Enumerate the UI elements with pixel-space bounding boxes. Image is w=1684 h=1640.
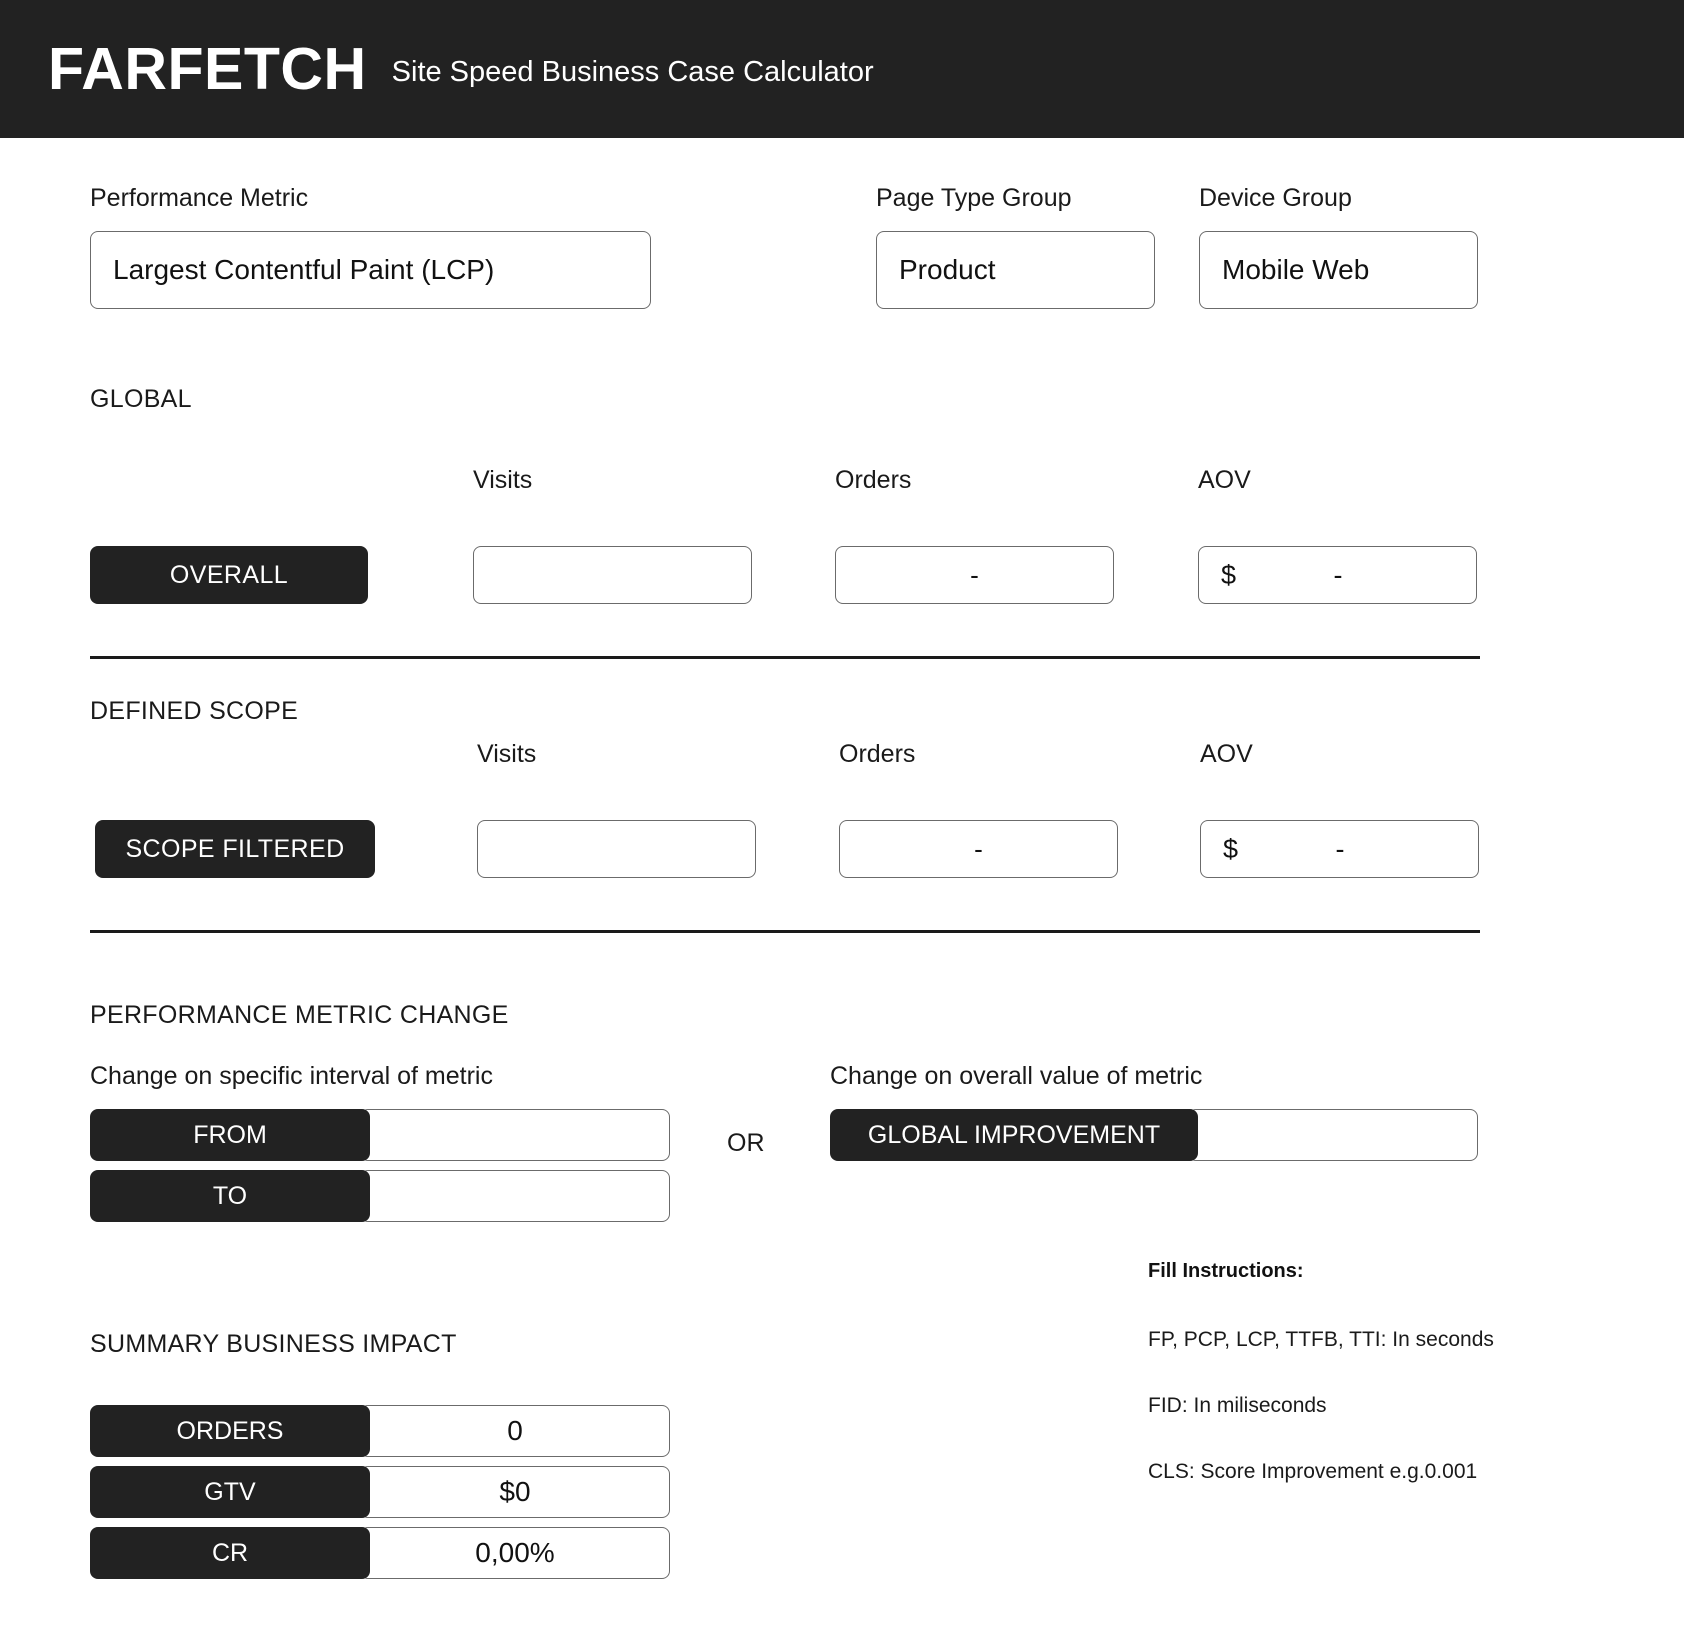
device-group-label: Device Group xyxy=(1199,184,1352,212)
scope-aov-currency: $ xyxy=(1223,833,1239,864)
summary-gtv-label: GTV xyxy=(90,1466,370,1518)
summary-row-orders: ORDERS 0 xyxy=(90,1405,670,1457)
interval-change-label: Change on specific interval of metric xyxy=(90,1062,493,1090)
summary-orders-value: 0 xyxy=(360,1405,670,1457)
summary-gtv-value: $0 xyxy=(360,1466,670,1518)
global-orders-field: - xyxy=(835,546,1114,604)
fill-instructions-line-1: FP, PCP, LCP, TTFB, TTI: In seconds xyxy=(1148,1328,1494,1351)
from-button[interactable]: FROM xyxy=(90,1109,370,1161)
global-orders-value: - xyxy=(970,559,979,590)
to-button[interactable]: TO xyxy=(90,1170,370,1222)
page-type-group-label: Page Type Group xyxy=(876,184,1072,212)
from-row: FROM xyxy=(90,1109,670,1161)
scope-orders-label: Orders xyxy=(839,740,916,768)
performance-metric-group: Performance Metric Largest Contentful Pa… xyxy=(90,184,651,309)
device-group-value: Mobile Web xyxy=(1222,253,1370,285)
performance-metric-select[interactable]: Largest Contentful Paint (LCP) xyxy=(90,230,651,309)
global-values-row: OVERALL - $ - xyxy=(0,546,1684,616)
scope-aov-input: $ - xyxy=(1200,820,1479,878)
global-aov-value: - xyxy=(1333,559,1343,590)
global-column-headers: Visits Orders AOV xyxy=(0,466,1684,546)
fill-instructions-line-2: FID: In miliseconds xyxy=(1148,1394,1327,1417)
performance-metric-label: Performance Metric xyxy=(90,184,309,212)
scope-column-headers: Visits Orders AOV xyxy=(0,740,1684,820)
summary-orders-label: ORDERS xyxy=(90,1405,370,1457)
scope-visits-label: Visits xyxy=(477,740,537,768)
summary-row-cr: CR 0,00% xyxy=(90,1527,670,1579)
brand-logo: FARFETCH xyxy=(48,35,367,102)
scope-divider xyxy=(90,930,1480,933)
global-improvement-input[interactable] xyxy=(1188,1109,1478,1161)
to-input[interactable] xyxy=(360,1170,670,1222)
selector-row: Performance Metric Largest Contentful Pa… xyxy=(0,184,1684,325)
global-visits-field[interactable] xyxy=(473,546,752,604)
app-header: FARFETCH Site Speed Business Case Calcul… xyxy=(0,0,1684,138)
to-row: TO xyxy=(90,1170,670,1222)
page-type-group-group: Page Type Group Product xyxy=(876,184,1155,309)
overall-button[interactable]: OVERALL xyxy=(90,546,368,604)
scope-filtered-button[interactable]: SCOPE FILTERED xyxy=(95,820,375,878)
scope-orders-input: - xyxy=(839,820,1118,878)
device-group-group: Device Group Mobile Web xyxy=(1199,184,1478,309)
scope-values-row: SCOPE FILTERED - $ - xyxy=(0,820,1684,890)
global-improvement-button[interactable]: GLOBAL IMPROVEMENT xyxy=(830,1109,1198,1161)
metric-change-title: PERFORMANCE METRIC CHANGE xyxy=(90,1001,509,1029)
global-improvement-row: GLOBAL IMPROVEMENT xyxy=(830,1109,1478,1161)
scope-section: DEFINED SCOPE Visits Orders AOV SCOPE FI… xyxy=(0,697,1684,933)
global-orders-input: - xyxy=(835,546,1114,604)
global-aov-label: AOV xyxy=(1198,466,1251,494)
page-type-group-value: Product xyxy=(899,253,996,285)
from-input[interactable] xyxy=(360,1109,670,1161)
fill-instructions-line-3: CLS: Score Improvement e.g.0.001 xyxy=(1148,1460,1478,1483)
global-aov-field: $ - xyxy=(1198,546,1477,604)
metric-change-section: PERFORMANCE METRIC CHANGE Change on spec… xyxy=(0,1001,1684,1222)
scope-visits-input[interactable] xyxy=(477,820,756,878)
overall-change-group: Change on overall value of metric GLOBAL… xyxy=(830,1062,1478,1161)
summary-row-gtv: GTV $0 xyxy=(90,1466,670,1518)
global-orders-label: Orders xyxy=(835,466,912,494)
performance-metric-value: Largest Contentful Paint (LCP) xyxy=(113,253,495,285)
global-section-title: GLOBAL xyxy=(90,385,192,413)
overall-change-label: Change on overall value of metric xyxy=(830,1062,1203,1090)
scope-aov-value: - xyxy=(1335,833,1345,864)
summary-cr-value: 0,00% xyxy=(360,1527,670,1579)
scope-orders-value: - xyxy=(974,833,983,864)
app-subtitle: Site Speed Business Case Calculator xyxy=(391,55,874,88)
global-visits-input[interactable] xyxy=(473,546,752,604)
global-aov-currency: $ xyxy=(1221,559,1237,590)
fill-instructions-title: Fill Instructions: xyxy=(1148,1260,1304,1282)
scope-visits-field[interactable] xyxy=(477,820,756,878)
or-separator: OR xyxy=(727,1129,765,1157)
scope-aov-label: AOV xyxy=(1200,740,1253,768)
global-aov-input: $ - xyxy=(1198,546,1477,604)
scope-aov-field: $ - xyxy=(1200,820,1479,878)
device-group-select[interactable]: Mobile Web xyxy=(1199,230,1478,309)
global-section: GLOBAL Visits Orders AOV OVERALL - $ - xyxy=(0,385,1684,659)
interval-change-group: Change on specific interval of metric FR… xyxy=(90,1062,670,1222)
global-visits-label: Visits xyxy=(473,466,533,494)
global-divider xyxy=(90,656,1480,659)
page-type-group-select[interactable]: Product xyxy=(876,230,1155,309)
scope-section-title: DEFINED SCOPE xyxy=(90,697,299,725)
calculator-page: FARFETCH Site Speed Business Case Calcul… xyxy=(0,0,1684,1640)
summary-cr-label: CR xyxy=(90,1527,370,1579)
fill-instructions-panel: Fill Instructions: FP, PCP, LCP, TTFB, T… xyxy=(1148,1260,1568,1484)
scope-orders-field: - xyxy=(839,820,1118,878)
metric-change-body: Change on specific interval of metric FR… xyxy=(0,1062,1684,1222)
